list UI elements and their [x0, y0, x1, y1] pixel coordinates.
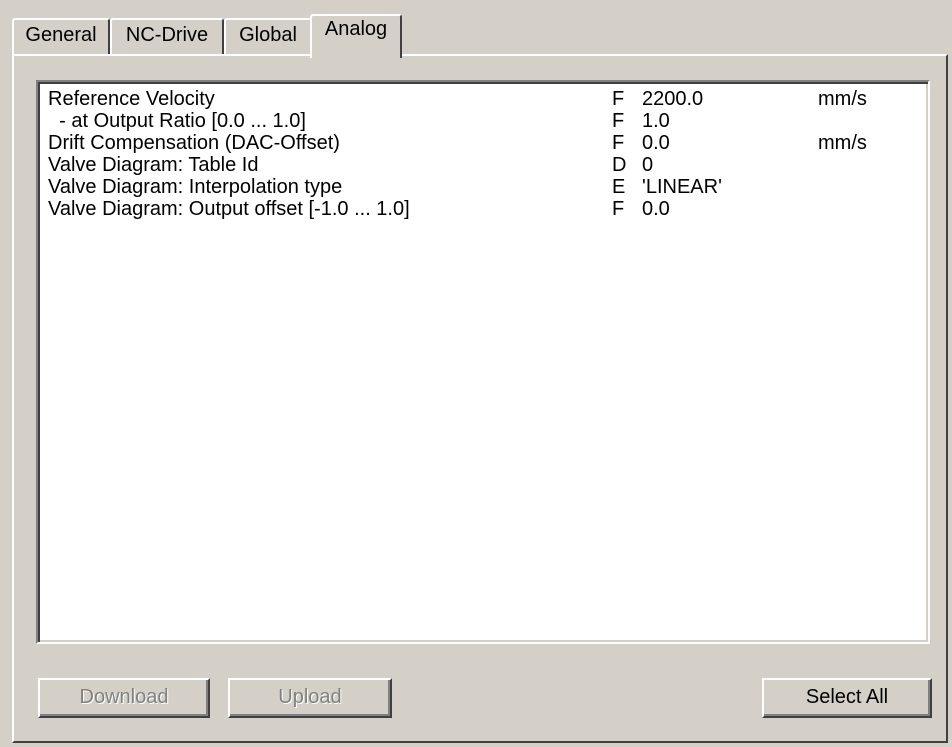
list-item[interactable]: Valve Diagram: Output offset [-1.0 ... 1…	[38, 196, 928, 222]
upload-button[interactable]: Upload	[228, 678, 392, 718]
param-value: 0.0	[642, 198, 670, 220]
param-name: Valve Diagram: Output offset [-1.0 ... 1…	[48, 198, 410, 220]
tab-nc-drive[interactable]: NC-Drive	[110, 18, 224, 54]
download-button[interactable]: Download	[38, 678, 210, 718]
tab-general[interactable]: General	[12, 18, 110, 54]
param-type: F	[612, 198, 625, 220]
tab-global[interactable]: Global	[224, 18, 312, 54]
parameter-list[interactable]: Reference Velocity F 2200.0 mm/s - at Ou…	[36, 80, 930, 644]
tab-analog[interactable]: Analog	[310, 14, 402, 58]
select-all-button[interactable]: Select All	[762, 678, 932, 718]
